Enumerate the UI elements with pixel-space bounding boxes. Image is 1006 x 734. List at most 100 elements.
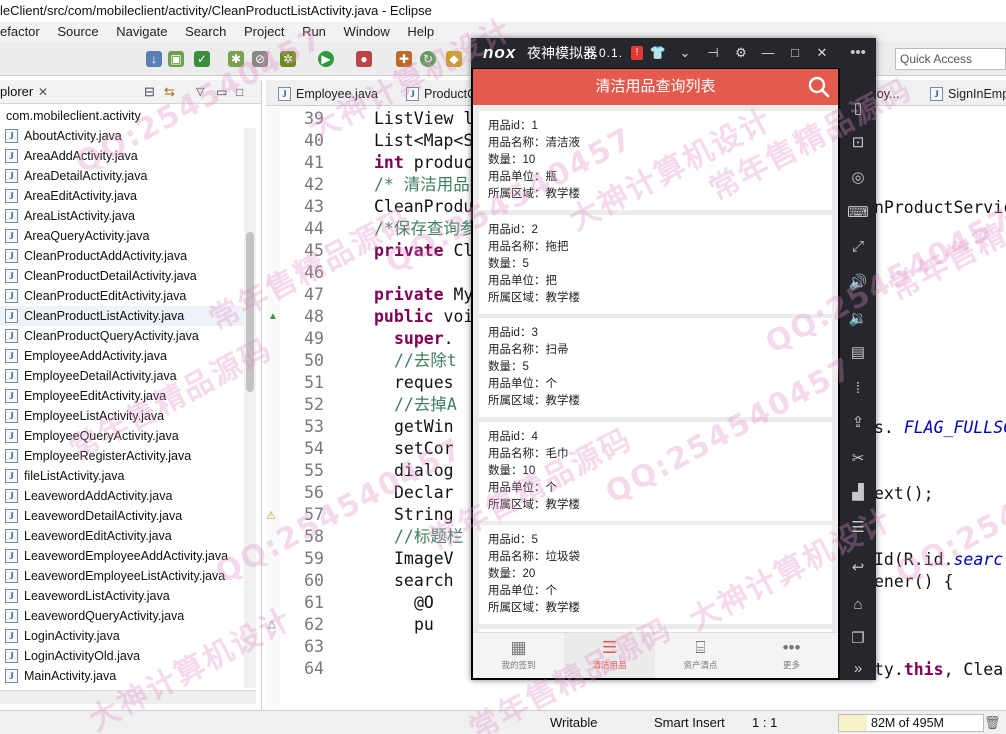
tab-signinemp[interactable]: J SignInEmp (926, 84, 1006, 105)
file-item[interactable]: J LeavewordAddActivity.java (0, 486, 248, 506)
file-item[interactable]: J EmployeeQueryActivity.java (0, 426, 248, 446)
pin-icon[interactable]: ⊣ (702, 38, 724, 68)
file-item[interactable]: J AboutActivity.java (0, 126, 248, 146)
file-item[interactable]: J AreaDetailActivity.java (0, 166, 248, 186)
open-type-icon[interactable]: ◆ (446, 51, 462, 67)
maximize-icon[interactable]: □ (236, 80, 243, 104)
shirt-icon[interactable]: 👕 (647, 38, 669, 68)
expand-icon[interactable]: » (840, 658, 876, 680)
file-item[interactable]: JfileListActivity.java (0, 466, 248, 486)
external-tools-icon[interactable]: ● (356, 51, 372, 67)
file-item[interactable]: J EmployeeDetailActivity.java (0, 366, 248, 386)
file-item[interactable]: J LeavewordDetailActivity.java (0, 506, 248, 526)
file-item[interactable]: J EmployeeListActivity.java (0, 406, 248, 426)
shake-icon[interactable]: ▯ (840, 98, 876, 120)
file-item[interactable]: J AreaListActivity.java (0, 206, 248, 226)
explorer-title[interactable]: plorer (0, 84, 33, 99)
file-item[interactable]: J LeavewordEmployeeAddActivity.java (0, 546, 248, 566)
file-item[interactable]: J AreaQueryActivity.java (0, 226, 248, 246)
tab-productc[interactable]: J ProductC (402, 84, 476, 105)
screen-icon[interactable]: ⊡ (840, 132, 876, 154)
trash-icon[interactable]: 🗑 (984, 711, 1001, 734)
apk-install-icon[interactable]: ⇪ (840, 412, 876, 434)
close-icon[interactable]: ✕ (38, 80, 48, 104)
more-icon[interactable]: ••• (840, 42, 876, 64)
menu-help[interactable]: Help (407, 22, 434, 42)
file-item[interactable]: J AreaEditActivity.java (0, 186, 248, 206)
multi-window-icon[interactable]: ▟ (840, 482, 876, 504)
scissors-icon[interactable]: ✂ (840, 448, 876, 470)
maximize-icon[interactable]: □ (784, 38, 806, 68)
tab-employee[interactable]: J Employee.java (274, 84, 378, 105)
file-item[interactable]: J AreaAddActivity.java (0, 146, 248, 166)
file-item[interactable]: J CleanProductDetailActivity.java (0, 266, 248, 286)
file-item[interactable]: J LeavewordEmployeeListActivity.java (0, 566, 248, 586)
keyboard-icon[interactable]: ⌨ (840, 202, 876, 224)
menu-navigate[interactable]: Navigate (116, 22, 167, 42)
refresh-icon[interactable]: ↻ (420, 51, 436, 67)
product-card[interactable]: 用品id：5 用品名称：垃圾袋 数量：20 用品单位：个 所属区域：教学楼 (479, 525, 832, 624)
menu-icon[interactable]: ☰ (840, 517, 876, 539)
run-icon[interactable]: ▶ (318, 51, 334, 67)
recents-icon[interactable]: ❐ (840, 628, 876, 650)
screenshot-icon[interactable]: ▤ (840, 342, 876, 364)
menu-search[interactable]: Search (185, 22, 226, 42)
minimize-icon[interactable]: ▭ (216, 80, 227, 104)
file-item[interactable]: J CleanProductListActivity.java (0, 306, 248, 326)
location-icon[interactable]: ◎ (840, 167, 876, 189)
collapse-all-icon[interactable]: ⊟ (144, 80, 155, 104)
debug-bug-icon[interactable]: ✱ (228, 51, 244, 67)
home-icon[interactable]: ⌂ (840, 594, 876, 616)
nav-clean-products[interactable]: ☰ 清洁用品 (564, 633, 655, 678)
file-item[interactable]: J MainActivity.java (0, 666, 248, 686)
menu-refactor[interactable]: efactor (0, 22, 40, 42)
new-icon[interactable]: ✚ (396, 51, 412, 67)
back-icon[interactable]: ↩ (840, 557, 876, 579)
multi-instance-icon[interactable]: ⁞ (840, 378, 876, 400)
file-item[interactable]: J CleanProductAddActivity.java (0, 246, 248, 266)
file-item[interactable]: J LeavewordEditActivity.java (0, 526, 248, 546)
volume-up-icon[interactable]: 🔊 (840, 272, 876, 294)
product-card[interactable]: 用品id：1 用品名称：清洁液 数量：10 用品单位：瓶 所属区域：教学楼 (479, 111, 832, 210)
file-item[interactable]: J CleanProductQueryActivity.java (0, 326, 248, 346)
menu-run[interactable]: Run (302, 22, 326, 42)
view-menu-icon[interactable]: ▽ (196, 80, 204, 104)
close-icon[interactable]: ✕ (811, 38, 833, 68)
file-item[interactable]: J CleanProductEditActivity.java (0, 286, 248, 306)
minimize-icon[interactable]: — (757, 38, 779, 68)
product-card[interactable]: 用品id：3 用品名称：扫帚 数量：5 用品单位：个 所属区域：教学楼 (479, 318, 832, 417)
search-icon[interactable] (808, 75, 830, 99)
explorer-scrollbar[interactable] (244, 128, 256, 688)
debug-icon[interactable]: ✲ (280, 51, 296, 67)
product-card[interactable]: 用品id：4 用品名称：毛巾 数量：10 用品单位：个 所属区域：教学楼 (479, 421, 832, 521)
menu-window[interactable]: Window (344, 22, 390, 42)
heap-status[interactable]: 82M of 495M (838, 714, 984, 732)
nav-asset-check[interactable]: ⌸ 资产清点 (655, 633, 746, 678)
file-item[interactable]: J LeavewordListActivity.java (0, 586, 248, 606)
update-badge[interactable]: ! (631, 46, 643, 60)
checkbox-icon[interactable]: ✓ (194, 51, 210, 67)
file-item[interactable]: J LoginActivity.java (0, 626, 248, 646)
file-item[interactable]: J LeavewordQueryActivity.java (0, 606, 248, 626)
fullscreen-icon[interactable]: ⤢ (840, 236, 876, 258)
android-sdk-icon[interactable]: ▣ (168, 51, 184, 67)
file-item[interactable]: J EmployeeAddActivity.java (0, 346, 248, 366)
menu-project[interactable]: Project (244, 22, 284, 42)
volume-down-icon[interactable]: 🔉 (840, 308, 876, 330)
file-item[interactable]: J LoginActivityOld.java (0, 646, 248, 666)
menu-source[interactable]: Source (57, 22, 98, 42)
file-item[interactable]: J EmployeeEditActivity.java (0, 386, 248, 406)
file-item[interactable]: J EmployeeRegisterActivity.java (0, 446, 248, 466)
nav-more[interactable]: ••• 更多 (746, 633, 837, 678)
explorer-hscroll[interactable] (0, 690, 256, 704)
nav-my-signin[interactable]: ▦ 我的签到 (473, 633, 564, 678)
download-icon[interactable]: ↓ (146, 51, 162, 67)
quick-access-input[interactable]: Quick Access (895, 48, 1006, 70)
package-node[interactable]: com.mobileclient.activity (0, 106, 248, 126)
gear-icon[interactable]: ⚙ (730, 38, 752, 68)
product-card[interactable]: 用品id：2 用品名称：拖把 数量：5 用品单位：把 所属区域：教学楼 (479, 214, 832, 314)
skip-breakpoints-icon[interactable]: ⊘ (252, 51, 268, 67)
chevron-down-icon[interactable]: ⌄ (674, 38, 696, 68)
link-editor-icon[interactable]: ⇆ (164, 80, 175, 104)
scrollbar-thumb[interactable] (246, 232, 254, 392)
